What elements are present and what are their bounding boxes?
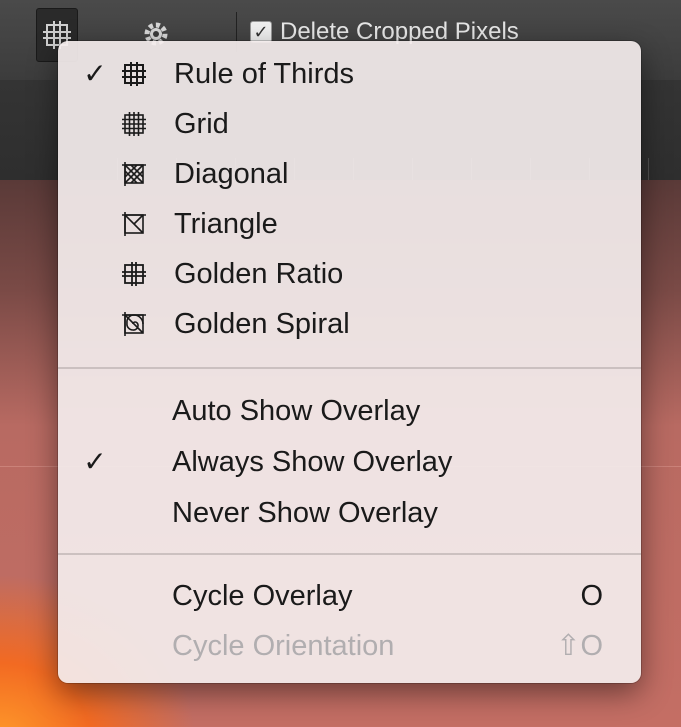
golden-spiral-icon (122, 312, 146, 336)
triangle-icon (122, 212, 146, 236)
menu-item-golden-spiral[interactable]: Golden Spiral (58, 299, 641, 349)
menu-separator (58, 553, 641, 555)
menu-item-label: Diagonal (174, 158, 289, 190)
grid-icon (122, 112, 146, 136)
menu-item-diagonal[interactable]: Diagonal (58, 149, 641, 199)
crop-overlay-menu: ✓ Rule of Thirds Grid Diagonal Triangle … (58, 41, 641, 683)
menu-item-label: Rule of Thirds (174, 58, 354, 90)
delete-cropped-checkbox[interactable]: ✓ (250, 21, 272, 43)
menu-item-label: Grid (174, 108, 229, 140)
menu-item-label: Always Show Overlay (172, 446, 453, 478)
menu-item-cycle-overlay[interactable]: Cycle Overlay O (58, 571, 641, 621)
checkmark-icon: ✓ (83, 446, 107, 477)
menu-item-label: Golden Spiral (174, 308, 350, 340)
diagonal-icon (122, 162, 146, 186)
menu-item-golden-ratio[interactable]: Golden Ratio (58, 249, 641, 299)
menu-item-label: Cycle Orientation (172, 630, 395, 662)
menu-item-never-show-overlay[interactable]: Never Show Overlay (58, 488, 641, 538)
checkmark-icon: ✓ (83, 58, 107, 89)
menu-item-label: Never Show Overlay (172, 497, 438, 529)
menu-item-label: Golden Ratio (174, 258, 344, 290)
golden-ratio-icon (122, 262, 146, 286)
menu-item-cycle-orientation: Cycle Orientation ⇧O (58, 621, 641, 671)
menu-item-rule-of-thirds[interactable]: ✓ Rule of Thirds (58, 49, 641, 99)
menu-item-always-show-overlay[interactable]: ✓ Always Show Overlay (58, 437, 641, 487)
keyboard-shortcut: ⇧O (556, 630, 603, 662)
menu-item-grid[interactable]: Grid (58, 99, 641, 149)
menu-item-triangle[interactable]: Triangle (58, 199, 641, 249)
rule-of-thirds-icon (122, 62, 146, 86)
keyboard-shortcut: O (580, 580, 603, 612)
menu-item-label: Triangle (174, 208, 278, 240)
menu-item-auto-show-overlay[interactable]: Auto Show Overlay (58, 386, 641, 436)
menu-item-label: Cycle Overlay (172, 580, 353, 612)
menu-item-label: Auto Show Overlay (172, 395, 421, 427)
menu-separator (58, 367, 641, 369)
